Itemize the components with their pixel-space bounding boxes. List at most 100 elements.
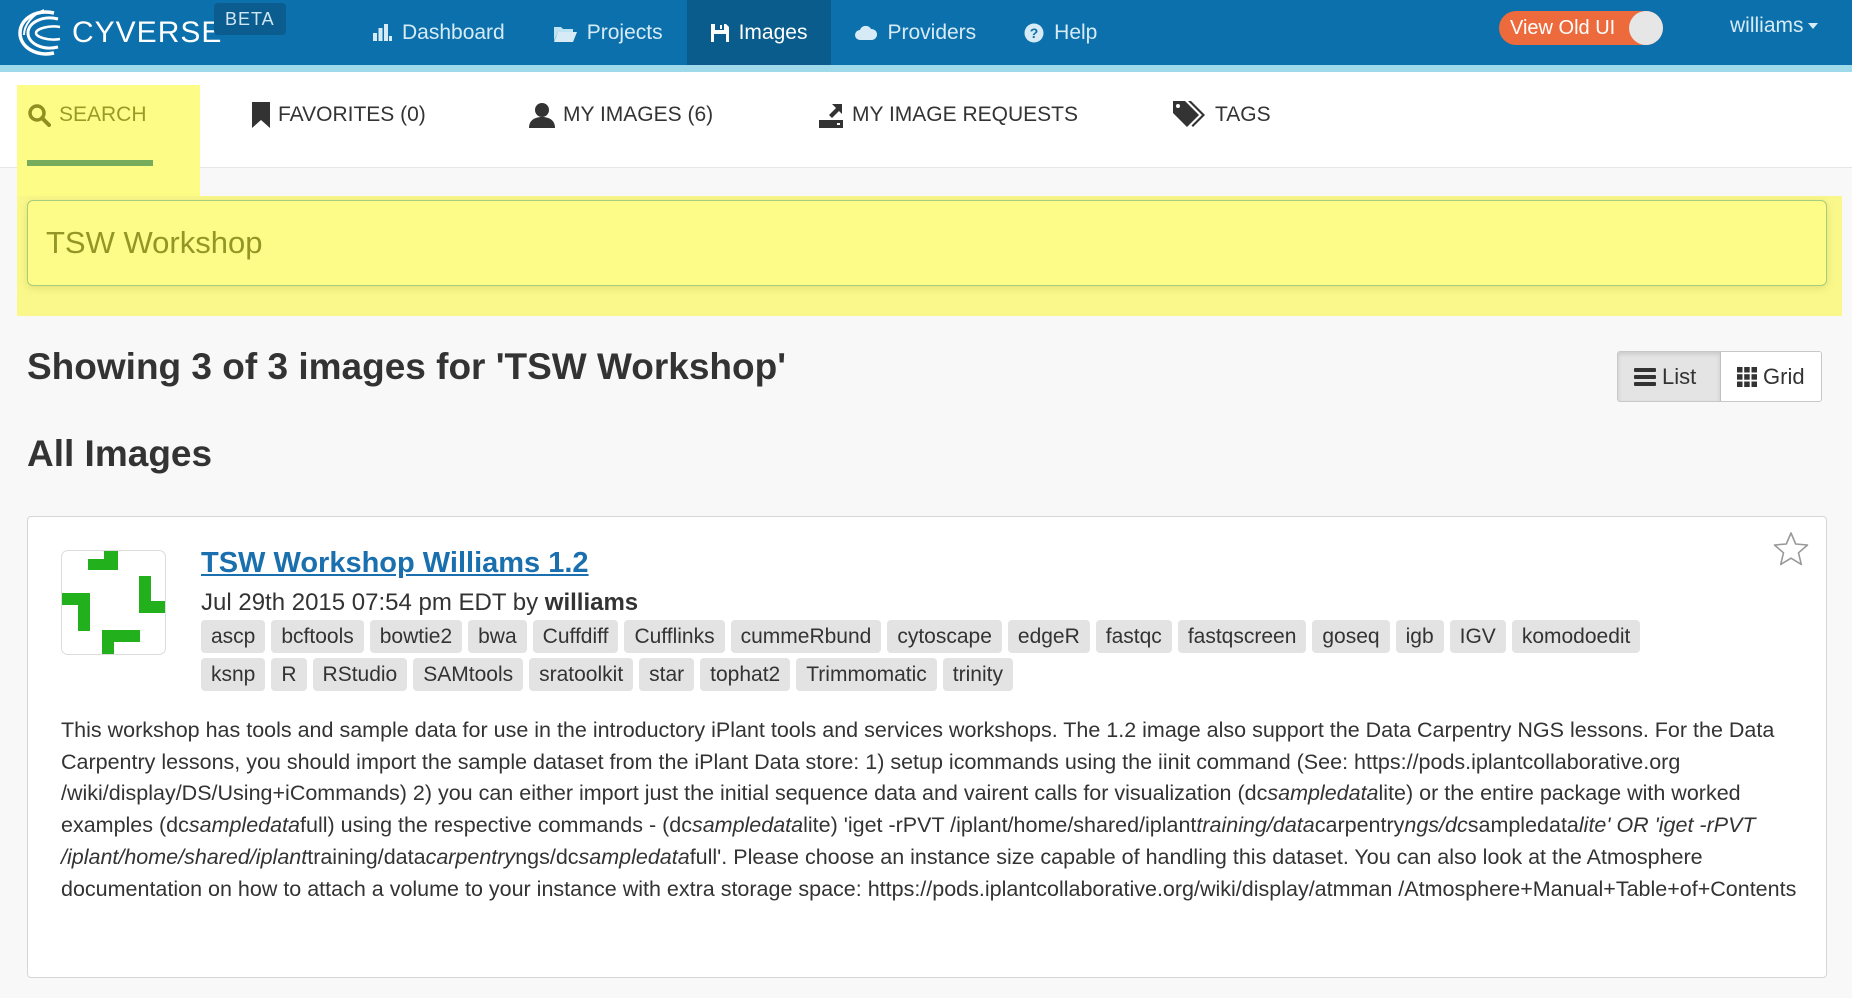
nav-providers-label: Providers <box>887 20 977 44</box>
username: williams <box>1730 14 1804 37</box>
top-navbar: CYVERSE™ BETA Dashboard Projects Images … <box>0 0 1852 65</box>
tag-chip[interactable]: SAMtools <box>413 658 524 691</box>
search-icon <box>28 104 51 127</box>
tag-chip[interactable]: bcftools <box>271 620 364 653</box>
tag-chip[interactable]: goseq <box>1312 620 1390 653</box>
tag-chip[interactable]: ascp <box>201 620 266 653</box>
image-identicon <box>62 551 165 654</box>
tag-chip[interactable]: cytoscape <box>887 620 1002 653</box>
view-old-ui-toggle[interactable]: View Old UI <box>1499 11 1663 45</box>
image-title-link[interactable]: TSW Workshop Williams 1.2 <box>201 547 589 580</box>
tag-chip[interactable]: R <box>271 658 307 691</box>
image-meta: Jul 29th 2015 07:54 pm EDT by williams <box>201 589 638 617</box>
active-tab-indicator <box>27 160 153 166</box>
nav-help-label: Help <box>1054 20 1098 44</box>
image-tags: ascp bcftools bowtie2 bwa Cuffdiff Cufflinks c… <box>201 620 1701 691</box>
bookmark-icon <box>252 102 270 128</box>
user-menu[interactable]: williams <box>1730 0 1818 52</box>
tab-tags[interactable]: TAGS <box>1173 95 1271 135</box>
tab-my-images[interactable]: MY IMAGES (6) <box>529 95 713 135</box>
export-icon <box>819 104 843 128</box>
svg-text:?: ? <box>1030 25 1039 41</box>
description-segment: carpentry <box>425 844 516 869</box>
nav-dashboard[interactable]: Dashboard <box>355 0 529 65</box>
list-icon <box>1634 367 1656 386</box>
description-segment: sampledata <box>188 813 301 838</box>
bar-chart-icon <box>373 24 392 41</box>
tag-chip[interactable]: bwa <box>468 620 527 653</box>
tag-chip[interactable]: ksnp <box>201 658 266 691</box>
all-images-heading: All Images <box>27 433 213 474</box>
description-segment: sampledata <box>578 844 690 869</box>
tag-chip[interactable]: edgeR <box>1007 620 1090 653</box>
tab-my-image-requests-label: MY IMAGE REQUESTS <box>852 103 1078 126</box>
list-view-label: List <box>1662 363 1697 389</box>
description-segment: sampledata <box>1267 781 1379 806</box>
tag-chip[interactable]: cummeRbund <box>730 620 882 653</box>
tab-my-images-label: MY IMAGES (6) <box>563 103 714 126</box>
results-count-heading: Showing 3 of 3 images for 'TSW Workshop' <box>27 346 787 387</box>
description-segment: carpentry <box>1314 813 1405 838</box>
image-date: Jul 29th 2015 07:54 pm EDT by <box>201 589 539 616</box>
grid-icon <box>1737 366 1757 387</box>
tag-chip[interactable]: sratoolkit <box>529 658 634 691</box>
tab-search-label: SEARCH <box>59 103 147 126</box>
tag-chip[interactable]: trinity <box>942 658 1013 691</box>
image-description: This workshop has tools and sample data … <box>61 715 1821 905</box>
image-author: williams <box>544 589 639 616</box>
tag-chip[interactable]: Trimmomatic <box>796 658 937 691</box>
tag-chip[interactable]: fastqc <box>1095 620 1172 653</box>
tab-favorites-label: FAVORITES (0) <box>278 103 426 126</box>
tag-chip[interactable]: komodoedit <box>1511 620 1641 653</box>
nav-projects[interactable]: Projects <box>529 0 687 65</box>
tab-search[interactable]: SEARCH <box>27 95 147 135</box>
nav-help[interactable]: ? Help <box>1000 0 1121 65</box>
tab-favorites[interactable]: FAVORITES (0) <box>252 95 426 135</box>
image-thumbnail[interactable] <box>61 550 166 655</box>
nav-providers[interactable]: Providers <box>831 0 1000 65</box>
floppy-disk-icon <box>710 23 729 42</box>
nav-dashboard-label: Dashboard <box>402 20 505 44</box>
tag-chip[interactable]: IGV <box>1449 620 1506 653</box>
user-icon <box>529 103 555 128</box>
nav-accent-strip <box>0 65 1852 72</box>
tag-chip[interactable]: Cuffdiff <box>532 620 619 653</box>
tags-icon <box>1173 101 1205 127</box>
favorite-star-icon[interactable] <box>1773 531 1809 567</box>
tag-chip[interactable]: igb <box>1395 620 1444 653</box>
tab-tags-label: TAGS <box>1215 103 1271 126</box>
image-search-input[interactable] <box>27 200 1827 286</box>
tag-chip[interactable]: Cufflinks <box>624 620 725 653</box>
folder-open-icon <box>553 26 577 42</box>
tag-chip[interactable]: tophat2 <box>700 658 791 691</box>
brand-name: CYVERSE <box>72 15 223 49</box>
tag-chip[interactable]: bowtie2 <box>369 620 463 653</box>
nav-images[interactable]: Images <box>686 0 832 65</box>
grid-view-button[interactable]: Grid <box>1721 352 1821 401</box>
description-segment: ngs/dc <box>515 844 579 869</box>
description-segment: training/data <box>1196 813 1315 838</box>
image-card[interactable]: TSW Workshop Williams 1.2 Jul 29th 2015 … <box>27 516 1827 978</box>
description-segment: sampledata <box>691 813 804 838</box>
nav-projects-label: Projects <box>586 20 663 44</box>
tag-chip[interactable]: star <box>639 658 695 691</box>
cloud-icon <box>855 25 878 40</box>
grid-view-label: Grid <box>1763 363 1805 389</box>
tab-my-image-requests[interactable]: MY IMAGE REQUESTS <box>818 95 1078 135</box>
nav-images-label: Images <box>738 20 808 44</box>
cyverse-logo-icon <box>18 8 61 56</box>
toggle-knob <box>1629 11 1663 45</box>
description-segment: full) using the respective commands - (d… <box>300 813 692 838</box>
description-segment: ngs/dc <box>1404 813 1468 838</box>
tag-chip[interactable]: RStudio <box>312 658 408 691</box>
description-segment: sampledata <box>1467 813 1579 838</box>
view-old-ui-label: View Old UI <box>1510 16 1616 39</box>
question-circle-icon: ? <box>1024 23 1044 42</box>
list-view-button[interactable]: List <box>1618 352 1721 401</box>
chevron-down-icon <box>1807 23 1818 29</box>
brand[interactable]: CYVERSE™ <box>14 0 230 65</box>
beta-badge: BETA <box>214 3 286 35</box>
description-segment: lite) 'iget -rPVT /iplant/home/shared/ip… <box>803 813 1197 838</box>
main-nav: Dashboard Projects Images Providers ? He… <box>355 0 1121 65</box>
tag-chip[interactable]: fastqscreen <box>1177 620 1307 653</box>
